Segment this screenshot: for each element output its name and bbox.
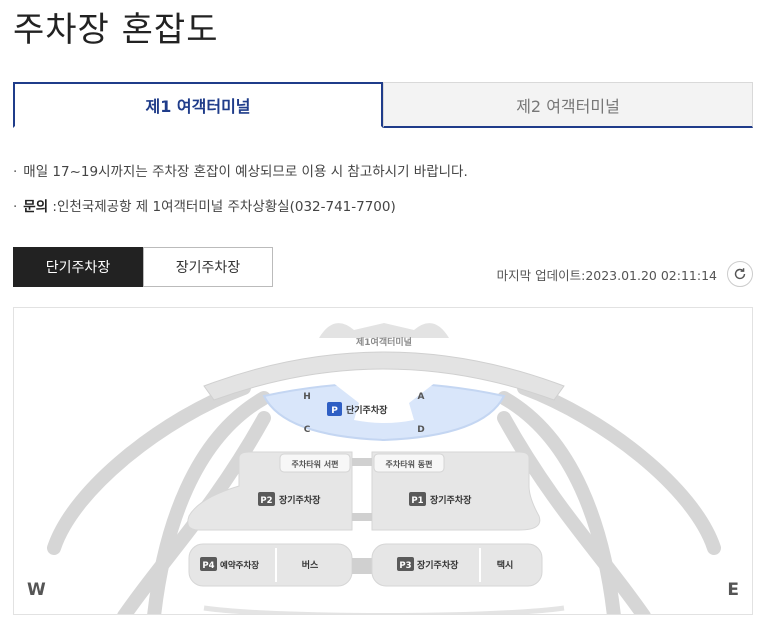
zone-d: D: [417, 425, 424, 435]
terminal-tabs: 제1 여객터미널 제2 여객터미널: [13, 82, 753, 128]
short-term-badge: P: [331, 406, 338, 416]
parking-map-drawing: 제1여객터미널 H A C D P 단기주차장 주차타워 서편 주차타워 동편 …: [47, 323, 721, 614]
p3-label: 장기주차장: [417, 559, 459, 571]
contact-label: 문의: [23, 199, 49, 215]
p3-badge: P3: [399, 561, 411, 571]
p1-badge: P1: [411, 496, 423, 506]
tower-east-label: 주차타워 동편: [386, 459, 433, 469]
page-title: 주차장 혼잡도: [13, 10, 219, 50]
tab-terminal-2[interactable]: 제2 여객터미널: [383, 82, 753, 128]
tab-terminal-1[interactable]: 제1 여객터미널: [13, 82, 383, 128]
bullet: ·: [13, 199, 18, 215]
last-update-timestamp: 2023.01.20 02:11:14: [585, 268, 717, 283]
short-term-label: 단기주차장: [346, 404, 388, 416]
parking-map: 제1여객터미널 H A C D P 단기주차장 주차타워 서편 주차타워 동편 …: [13, 307, 753, 615]
last-update: 마지막 업데이트:2023.01.20 02:11:14: [497, 265, 717, 284]
contact-notice: · 문의 :인천국제공항 제 1여객터미널 주차상황실(032-741-7700): [13, 195, 396, 215]
bus-label: 버스: [302, 559, 319, 571]
zone-h: H: [303, 392, 311, 402]
compass-west: W: [27, 580, 46, 600]
p2-badge: P2: [260, 496, 272, 506]
zone-c: C: [304, 425, 311, 435]
p4-badge: P4: [202, 561, 214, 571]
terminal-label: 제1여객터미널: [356, 336, 412, 348]
p1-label: 장기주차장: [430, 494, 472, 506]
parking-lot-tabs: 단기주차장 장기주차장: [13, 247, 273, 287]
congestion-notice: · 매일 17~19시까지는 주차장 혼잡이 예상되므로 이용 시 참고하시기 바…: [13, 160, 468, 180]
contact-text: :인천국제공항 제 1여객터미널 주차상황실(032-741-7700): [48, 199, 396, 215]
bullet: ·: [13, 164, 18, 180]
tab-short-term-parking[interactable]: 단기주차장: [13, 247, 143, 287]
taxi-label: 택시: [497, 560, 514, 571]
p4-label: 예약주차장: [220, 560, 259, 571]
refresh-button[interactable]: [727, 261, 753, 287]
tab-long-term-parking[interactable]: 장기주차장: [143, 247, 273, 287]
zone-a: A: [418, 392, 425, 402]
refresh-icon: [734, 268, 746, 280]
congestion-notice-text: 매일 17~19시까지는 주차장 혼잡이 예상되므로 이용 시 참고하시기 바랍…: [23, 164, 468, 180]
tower-west-label: 주차타워 서편: [292, 459, 339, 469]
compass-east: E: [727, 580, 739, 600]
p2-label: 장기주차장: [279, 494, 321, 506]
last-update-label: 마지막 업데이트:: [496, 268, 586, 283]
